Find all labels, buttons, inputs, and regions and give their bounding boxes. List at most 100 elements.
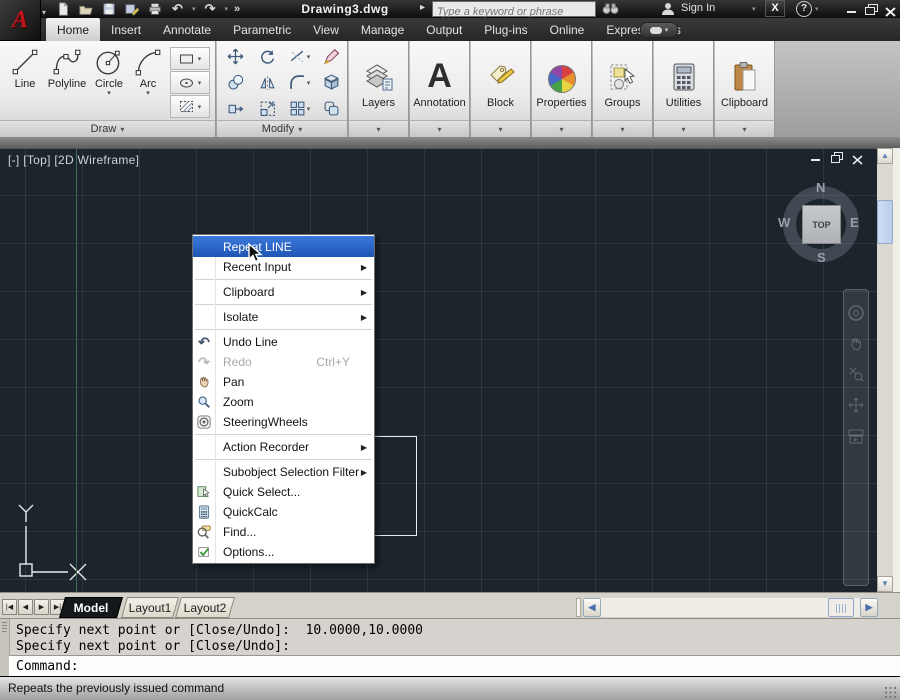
viewcube-top-face[interactable]: TOP: [802, 205, 841, 244]
menu-item-quick-select[interactable]: Quick Select...: [193, 482, 374, 502]
viewcube-east[interactable]: E: [850, 215, 859, 230]
tab-plugins[interactable]: Plug-ins: [473, 18, 538, 41]
plot-button[interactable]: [146, 2, 163, 17]
qat-expand-icon[interactable]: »: [234, 2, 240, 16]
scroll-down-button[interactable]: ▼: [877, 576, 893, 592]
arc-dropdown-icon[interactable]: ▾: [146, 90, 150, 97]
first-tab-button[interactable]: |◀: [2, 599, 17, 615]
application-menu-button[interactable]: A: [0, 0, 41, 41]
groups-panel-expand[interactable]: ▾: [593, 120, 652, 137]
menu-item-recent-input[interactable]: Recent Input ▶: [193, 257, 374, 277]
mirror-button[interactable]: [252, 70, 283, 95]
scroll-right-button[interactable]: ▶: [860, 598, 878, 617]
hatch-button[interactable]: ▾: [170, 95, 210, 118]
tab-home[interactable]: Home: [46, 18, 101, 41]
tab-layout1[interactable]: Layout1: [120, 597, 180, 618]
new-button[interactable]: [54, 2, 71, 17]
sign-in-button[interactable]: Sign In: [681, 2, 715, 14]
redo-dropdown-icon[interactable]: ▾: [225, 5, 229, 13]
rectangle-button[interactable]: ▾: [170, 47, 210, 70]
undo-button[interactable]: ↶: [169, 2, 186, 17]
annotation-panel-expand[interactable]: ▾: [410, 120, 469, 137]
array-button[interactable]: ▾: [284, 96, 315, 121]
ribbon-minimize-button[interactable]: ▾: [640, 22, 678, 38]
viewcube-north[interactable]: N: [816, 180, 825, 195]
drawing-canvas[interactable]: [-] [Top] [2D Wireframe] TOP N W E S: [0, 148, 877, 593]
viewport-minimize-button[interactable]: [810, 152, 822, 163]
tab-online[interactable]: Online: [539, 18, 596, 41]
panel-utilities[interactable]: Utilities ▾: [654, 41, 714, 137]
search-input[interactable]: [433, 5, 595, 19]
menu-item-redo[interactable]: ↷ Redo Ctrl+Y: [193, 352, 374, 372]
panel-annotation[interactable]: A Annotation ▾: [410, 41, 470, 137]
vertical-scrollbar[interactable]: ▲ ▼: [877, 148, 893, 592]
explode-button[interactable]: [316, 70, 347, 95]
help-search-box[interactable]: [432, 1, 596, 19]
offset-button[interactable]: [316, 96, 347, 121]
tab-annotate[interactable]: Annotate: [152, 18, 222, 41]
circle-button[interactable]: Circle ▾: [88, 45, 130, 97]
prev-tab-button[interactable]: ◀: [18, 599, 33, 615]
menu-item-options[interactable]: Options...: [193, 542, 374, 562]
redo-button[interactable]: ↷: [202, 2, 219, 17]
viewport-close-button[interactable]: [852, 152, 864, 165]
circle-dropdown-icon[interactable]: ▾: [107, 90, 111, 97]
viewport-restore-button[interactable]: [831, 152, 843, 163]
properties-panel-expand[interactable]: ▾: [532, 120, 591, 137]
menu-item-zoom[interactable]: Zoom: [193, 392, 374, 412]
viewcube-south[interactable]: S: [817, 250, 826, 265]
viewcube-west[interactable]: W: [778, 215, 790, 230]
exchange-apps-button[interactable]: X: [765, 0, 785, 17]
window-restore-button[interactable]: [864, 4, 878, 15]
menu-item-isolate[interactable]: Isolate ▶: [193, 307, 374, 327]
navigation-bar[interactable]: [843, 289, 869, 586]
horizontal-scrollbar[interactable]: ◀ ▶: [583, 598, 878, 617]
horizontal-splitter-handle[interactable]: [576, 598, 581, 617]
menu-item-find[interactable]: Find...: [193, 522, 374, 542]
block-panel-expand[interactable]: ▾: [471, 120, 530, 137]
vertical-scroll-thumb[interactable]: [877, 200, 893, 244]
panel-layers[interactable]: Layers ▾: [349, 41, 409, 137]
ellipse-button[interactable]: ▾: [170, 71, 210, 94]
modify-panel-footer[interactable]: Modify ▾: [217, 120, 347, 137]
undo-dropdown-icon[interactable]: ▾: [192, 5, 196, 13]
menu-item-repeat-line[interactable]: Repeat LINE: [193, 236, 374, 257]
open-button[interactable]: [77, 2, 94, 17]
save-as-button[interactable]: [123, 2, 140, 17]
layers-panel-expand[interactable]: ▾: [349, 120, 408, 137]
tab-model[interactable]: Model: [58, 597, 124, 618]
stretch-button[interactable]: [220, 96, 251, 121]
save-button[interactable]: [100, 2, 117, 17]
tab-view[interactable]: View: [302, 18, 350, 41]
menu-item-clipboard[interactable]: Clipboard ▶: [193, 282, 374, 302]
menu-item-steeringwheels[interactable]: SteeringWheels: [193, 412, 374, 432]
utilities-panel-expand[interactable]: ▾: [654, 120, 713, 137]
scroll-up-button[interactable]: ▲: [877, 148, 893, 164]
panel-properties[interactable]: Properties ▾: [532, 41, 592, 137]
line-button[interactable]: Line: [4, 45, 46, 90]
panel-groups[interactable]: Groups ▾: [593, 41, 653, 137]
copy-button[interactable]: [220, 70, 251, 95]
tab-parametric[interactable]: Parametric: [222, 18, 302, 41]
viewport-controls[interactable]: [-] [Top] [2D Wireframe]: [8, 153, 139, 167]
help-button[interactable]: ?: [796, 1, 812, 17]
trim-button[interactable]: ▾: [284, 44, 315, 69]
rotate-button[interactable]: [252, 44, 283, 69]
tab-output[interactable]: Output: [415, 18, 473, 41]
help-dropdown-icon[interactable]: ▾: [815, 5, 819, 13]
menu-item-action-recorder[interactable]: Action Recorder ▶: [193, 437, 374, 457]
arc-button[interactable]: Arc ▾: [130, 45, 166, 97]
horizontal-scroll-thumb[interactable]: [828, 598, 854, 617]
panel-clipboard[interactable]: Clipboard ▾: [715, 41, 775, 137]
erase-button[interactable]: [316, 44, 347, 69]
menu-item-quickcalc[interactable]: QuickCalc: [193, 502, 374, 522]
polyline-button[interactable]: Polyline: [46, 45, 88, 90]
move-button[interactable]: [220, 44, 251, 69]
draw-panel-footer[interactable]: Draw ▾: [0, 120, 215, 137]
menu-item-undo-line[interactable]: ↶ Undo Line: [193, 332, 374, 352]
tab-manage[interactable]: Manage: [350, 18, 415, 41]
fillet-button[interactable]: ▾: [284, 70, 315, 95]
command-window[interactable]: Specify next point or [Close/Undo]: 10.0…: [0, 618, 900, 678]
window-close-button[interactable]: [885, 4, 899, 17]
clipboard-panel-expand[interactable]: ▾: [715, 120, 774, 137]
